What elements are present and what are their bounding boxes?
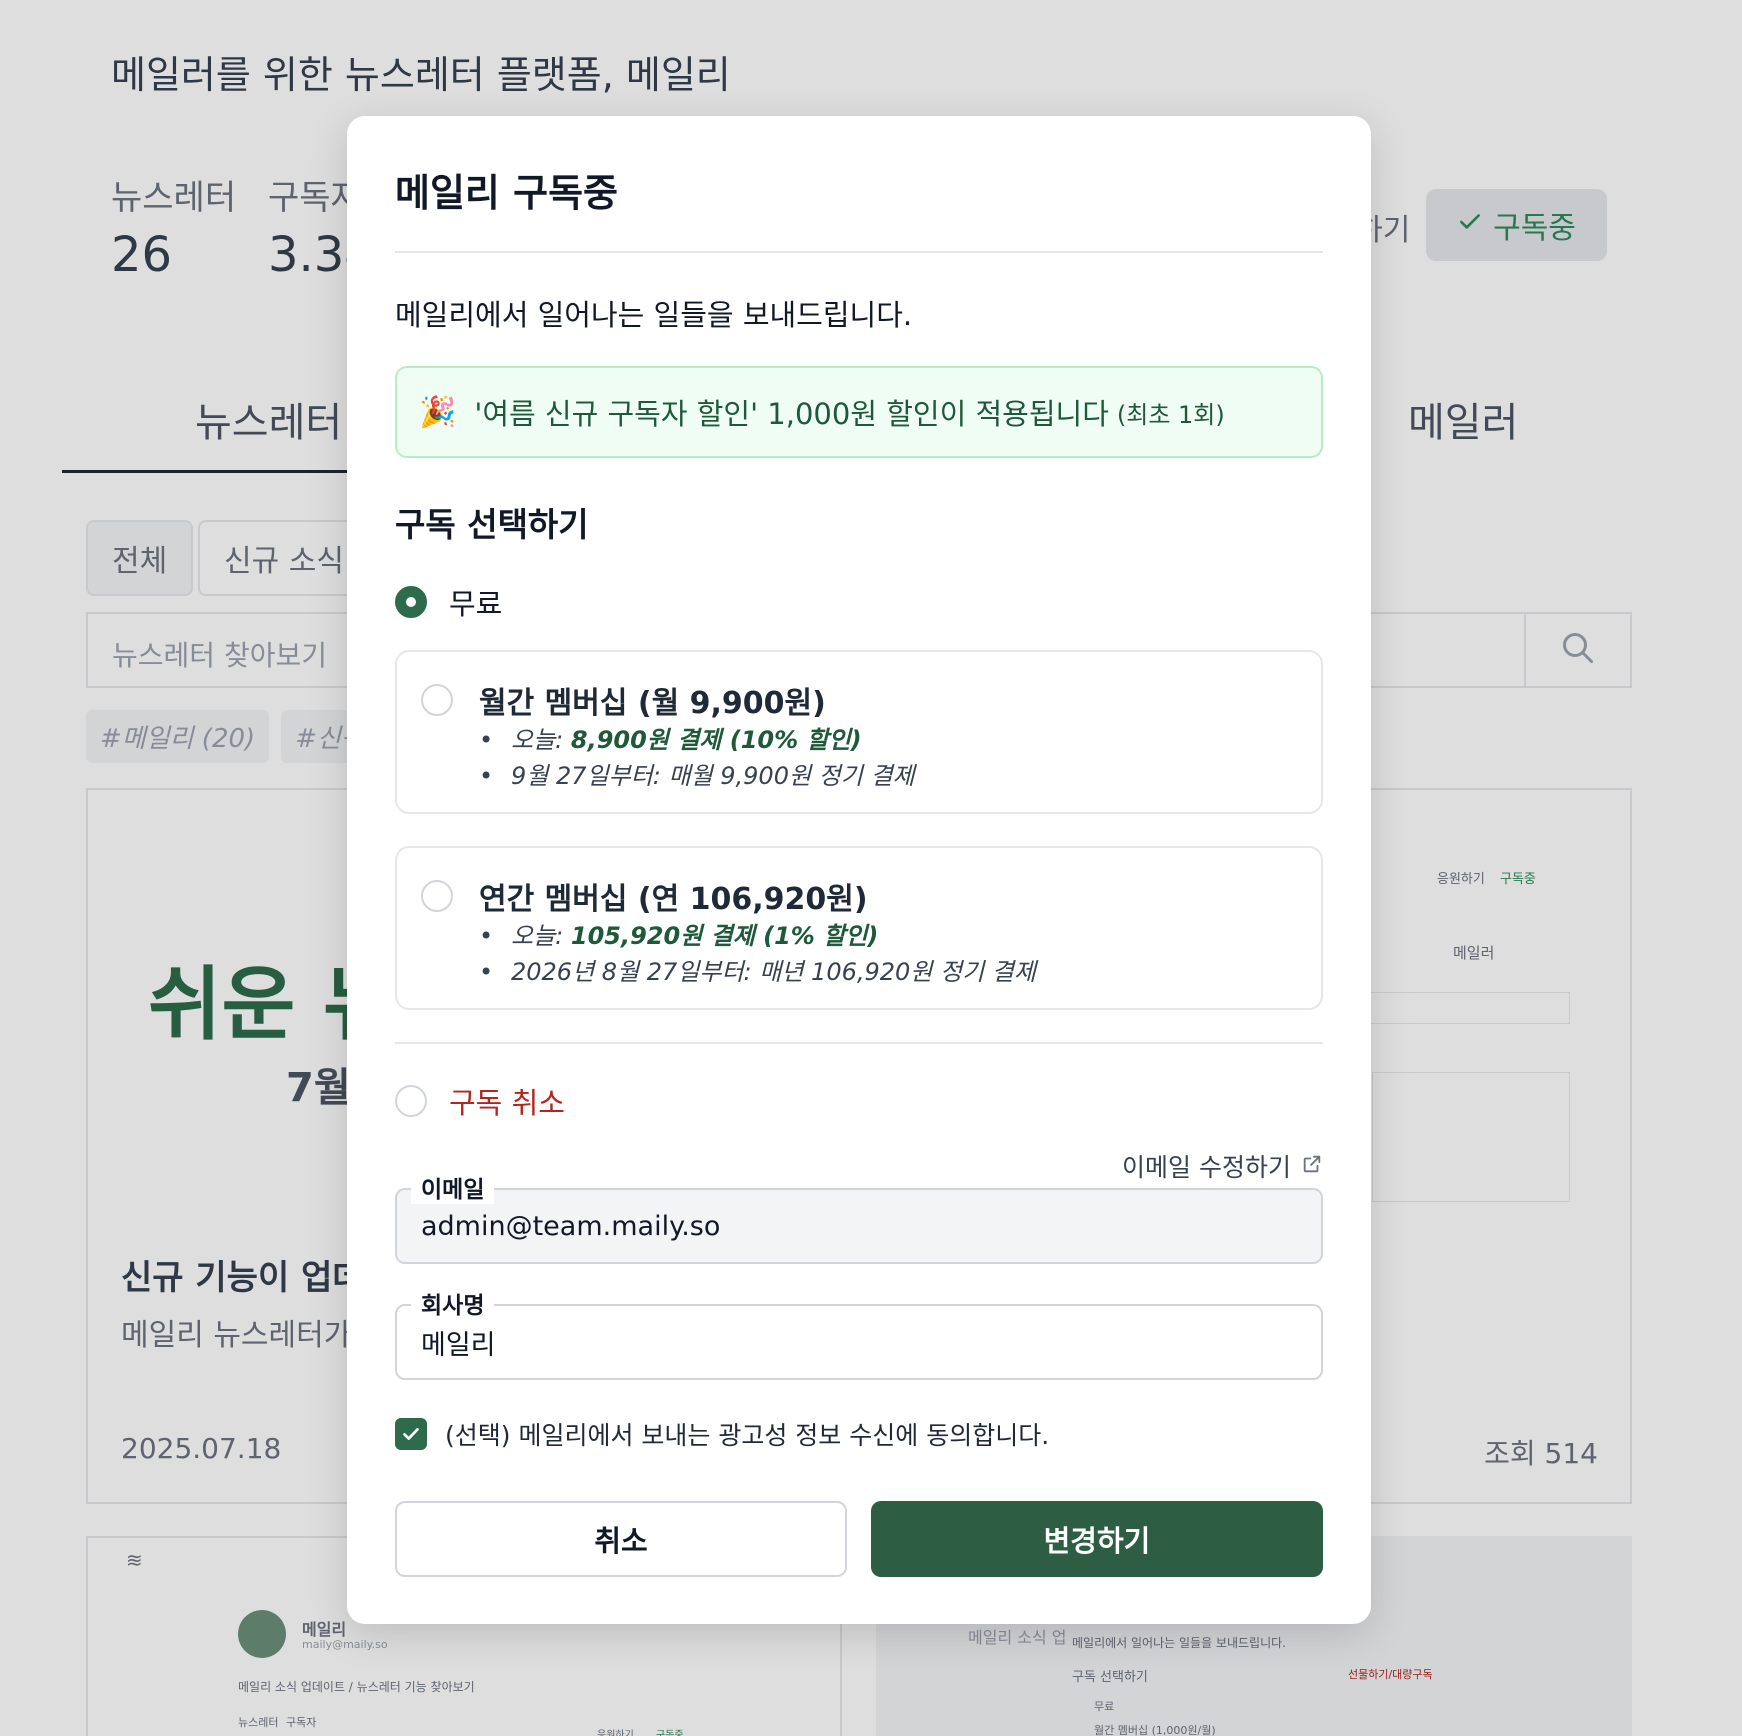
- edit-email-link[interactable]: 이메일 수정하기: [1122, 1148, 1323, 1184]
- option-free[interactable]: 무료: [395, 581, 502, 623]
- change-button[interactable]: 변경하기: [871, 1501, 1323, 1577]
- monthly-details: 오늘: 8,900원 결제 (10% 할인) 9월 27일부터: 매월 9,90…: [479, 722, 915, 794]
- company-field: 회사명: [395, 1286, 1323, 1380]
- yearly-today: 오늘: 105,920원 결제 (1% 할인): [479, 918, 1036, 954]
- promo-banner: 🎉 '여름 신규 구독자 할인' 1,000원 할인이 적용됩니다 (최초 1회…: [395, 366, 1323, 458]
- promo-text: '여름 신규 구독자 할인' 1,000원 할인이 적용됩니다: [474, 397, 1109, 431]
- monthly-recurring: 9월 27일부터: 매월 9,900원 정기 결제: [479, 758, 915, 794]
- checkmark-icon: [403, 1428, 419, 1440]
- monthly-today-price: 8,900원 결제 (10% 할인): [570, 726, 862, 754]
- subscription-modal: 메일리 구독중 메일리에서 일어나는 일들을 보내드립니다. 🎉 '여름 신규 …: [347, 116, 1371, 1624]
- edit-email-label: 이메일 수정하기: [1122, 1153, 1291, 1182]
- cancel-button[interactable]: 취소: [395, 1501, 847, 1577]
- divider: [395, 251, 1323, 253]
- email-field: 이메일: [395, 1170, 1323, 1264]
- option-yearly[interactable]: 연간 멤버십 (연 106,920원) 오늘: 105,920원 결제 (1% …: [395, 846, 1323, 1010]
- radio-yearly[interactable]: [421, 880, 453, 912]
- yearly-recurring: 2026년 8월 27일부터: 매년 106,920원 정기 결제: [479, 954, 1036, 990]
- page: 메일러를 위한 뉴스레터 플랫폼, 메일리 뉴스레터 26 구독자 3.34 응…: [0, 0, 1742, 1736]
- yearly-title: 연간 멤버십 (연 106,920원): [479, 882, 868, 917]
- monthly-today: 오늘: 8,900원 결제 (10% 할인): [479, 722, 915, 758]
- section-title: 구독 선택하기: [395, 505, 589, 544]
- radio-cancel[interactable]: [395, 1085, 427, 1117]
- divider: [395, 1042, 1323, 1044]
- email-input[interactable]: [397, 1190, 1321, 1262]
- option-monthly[interactable]: 월간 멤버십 (월 9,900원) 오늘: 8,900원 결제 (10% 할인)…: [395, 650, 1323, 814]
- marketing-consent[interactable]: (선택) 메일리에서 보내는 광고성 정보 수신에 동의합니다.: [395, 1416, 1049, 1452]
- option-cancel-label: 구독 취소: [449, 1086, 565, 1120]
- consent-checkbox[interactable]: [395, 1418, 427, 1450]
- modal-description: 메일리에서 일어나는 일들을 보내드립니다.: [395, 298, 913, 332]
- consent-text: (선택) 메일리에서 보내는 광고성 정보 수신에 동의합니다.: [445, 1421, 1050, 1450]
- yearly-today-price: 105,920원 결제 (1% 할인): [570, 922, 879, 950]
- yearly-details: 오늘: 105,920원 결제 (1% 할인) 2026년 8월 27일부터: …: [479, 918, 1036, 990]
- option-free-label: 무료: [449, 587, 503, 621]
- modal-title: 메일리 구독중: [395, 171, 618, 215]
- radio-monthly[interactable]: [421, 684, 453, 716]
- promo-note: (최초 1회): [1116, 400, 1225, 429]
- option-cancel-subscription[interactable]: 구독 취소: [395, 1080, 565, 1122]
- external-link-icon: [1301, 1152, 1323, 1181]
- radio-free[interactable]: [395, 586, 427, 618]
- monthly-title: 월간 멤버십 (월 9,900원): [479, 686, 826, 721]
- company-input[interactable]: [397, 1306, 1321, 1378]
- party-popper-icon: 🎉: [419, 394, 457, 430]
